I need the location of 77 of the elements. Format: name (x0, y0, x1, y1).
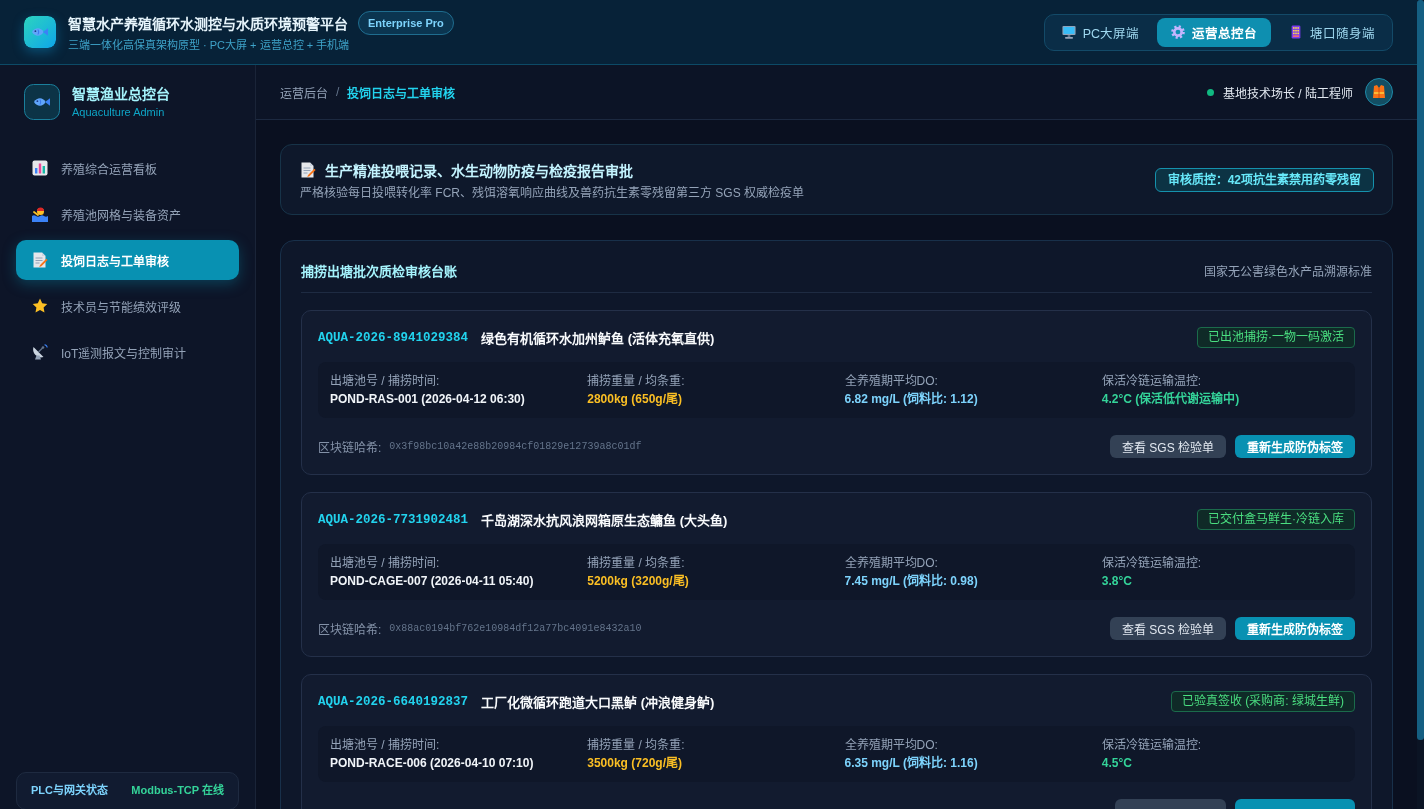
breadcrumb-item[interactable]: 运营后台 (280, 83, 328, 101)
view-tab[interactable]: PC大屏端 (1047, 17, 1153, 47)
metric-value: POND-RACE-006 (2026-04-10 07:10) (330, 755, 535, 772)
metric-value: 4.2°C (保活低代谢运输中) (1101, 390, 1241, 408)
metric-label: 出塘池号 / 捕捞时间: (330, 373, 441, 390)
metric-label: 全养殖期平均DO: (844, 737, 939, 754)
hash-value: 0x88ac0194bf762e10984df12a77bc4091e8432a10 (389, 623, 642, 634)
ledger-title: 捕捞出塘批次质检审核台账 (301, 262, 457, 280)
metric-label: 出塘池号 / 捕捞时间: (330, 737, 441, 754)
metric-value: POND-RAS-001 (2026-04-12 06:30) (330, 391, 526, 408)
sidebar-subtitle: Aquaculture Admin (72, 105, 166, 119)
metric-label: 全养殖期平均DO: (844, 555, 939, 572)
banner-description: 严格核验每日投喂转化率 FCR、残饵溶氧响应曲线及兽药抗生素零残留第三方 SGS 权威检疫单 (300, 184, 804, 200)
bar-chart-icon (32, 160, 48, 176)
document-pencil-icon (32, 252, 48, 268)
status-tag: 已出池捕捞·一物一码激活 (1197, 327, 1355, 348)
avatar-icon[interactable] (1365, 78, 1393, 106)
nav-item[interactable]: 投饲日志与工单审核 (16, 240, 239, 280)
satellite-dish-icon (32, 344, 48, 360)
nav-item[interactable]: 养殖池网格与装备资产 (16, 194, 239, 234)
metric-value: 3500kg (720g/尾) (587, 755, 683, 772)
status-tag: 已验真签收 (采购商: 绿城生鲜) (1171, 691, 1355, 712)
gateway-status-value: Modbus-TCP 在线 (131, 782, 224, 797)
view-tab[interactable]: 运营总控台 (1157, 17, 1271, 47)
metric-label: 保活冷链运输温控: (1101, 737, 1203, 754)
batch-id: AQUA-2026-6640192837 (318, 694, 469, 709)
ledger-standard: 国家无公害绿色水产品溯源标准 (1204, 263, 1372, 279)
gear-icon (1171, 25, 1185, 39)
status-tag: 已交付盒马鲜生·冷链入库 (1197, 509, 1355, 530)
primary-action-button[interactable]: 重新生成防伪标签 (1235, 617, 1355, 640)
metric-value: 5200kg (3200g/尾) (587, 573, 690, 590)
batch-name: 工厂化微循环跑道大口黑鲈 (冲浪健身鲈) (481, 694, 715, 711)
nav-item[interactable]: IoT遥测报文与控制审计 (16, 332, 239, 372)
batch-name: 千岛湖深水抗风浪网箱原生态鳙鱼 (大头鱼) (481, 512, 728, 529)
metric-value: 6.35 mg/L (饲料比: 1.16) (844, 754, 979, 772)
gateway-status-label: PLC与网关状态 (31, 782, 108, 797)
sidebar-title: 智慧渔业总控台 (72, 85, 170, 103)
quality-control-badge: 审核质控：42项抗生素禁用药零残留 (1154, 167, 1374, 192)
metric-label: 出塘池号 / 捕捞时间: (330, 555, 441, 572)
batch-id: AQUA-2026-7731902481 (318, 512, 469, 527)
app-title: 智慧水产养殖循环水测控与水质环境预警平台 (68, 15, 348, 33)
hash-value: 0x3f98bc10a42e88b20984cf01829e12739a8c01df (389, 441, 642, 452)
metric-value: 4.5°C (1101, 755, 1133, 772)
star-icon (32, 298, 48, 314)
view-tab[interactable]: 塘口随身端 (1275, 17, 1389, 47)
monitor-icon (1061, 25, 1076, 39)
fish-logo-icon (24, 84, 60, 120)
secondary-action-button[interactable]: 查看 SGS 检验单 (1110, 435, 1226, 458)
nav-item[interactable]: 养殖综合运营看板 (16, 148, 239, 188)
metric-value: 7.45 mg/L (饲料比: 0.98) (844, 572, 979, 590)
app-subtitle: 三端一体化高保真架构原型 · PC大屏 + 运营总控 + 手机端 (68, 38, 351, 53)
user-name: 基地技术场长 / 陆工程师 (1223, 85, 1353, 101)
phone-icon (1289, 25, 1303, 39)
batch-id: AQUA-2026-8941029384 (318, 330, 469, 345)
breadcrumb-separator: / (336, 85, 340, 99)
banner-title: 生产精准投喂记录、水生动物防疫与检疫报告审批 (325, 161, 633, 180)
edition-badge: Enterprise Pro (358, 11, 454, 35)
hash-label: 区块链哈希: (318, 622, 382, 637)
metric-label: 全养殖期平均DO: (844, 373, 939, 390)
metric-value: 2800kg (650g/尾) (587, 391, 683, 408)
metric-label: 保活冷链运输温控: (1101, 373, 1203, 390)
fish-logo-icon (24, 16, 56, 48)
metric-label: 捕捞重量 / 均条重: (587, 737, 686, 754)
metric-value: POND-CAGE-007 (2026-04-11 05:40) (330, 573, 535, 590)
breadcrumb-item[interactable]: 投饲日志与工单审核 (347, 83, 456, 101)
document-pencil-icon (300, 161, 316, 178)
nav-item[interactable]: 技术员与节能绩效评级 (16, 286, 239, 326)
secondary-action-button[interactable]: 查看 SGS 检验单 (1110, 617, 1226, 640)
metric-value: 6.82 mg/L (饲料比: 1.12) (844, 390, 979, 408)
metric-value: 3.8°C (1101, 573, 1133, 590)
metric-label: 保活冷链运输温控: (1101, 555, 1203, 572)
primary-action-button[interactable]: 重新生成防伪标签 (1235, 435, 1355, 458)
batch-name: 绿色有机循环水加州鲈鱼 (活体充氧直供) (481, 330, 715, 347)
hash-label: 区块链哈希: (318, 440, 382, 455)
swimmer-icon (32, 206, 48, 222)
metric-label: 捕捞重量 / 均条重: (587, 555, 686, 572)
metric-label: 捕捞重量 / 均条重: (587, 373, 686, 390)
